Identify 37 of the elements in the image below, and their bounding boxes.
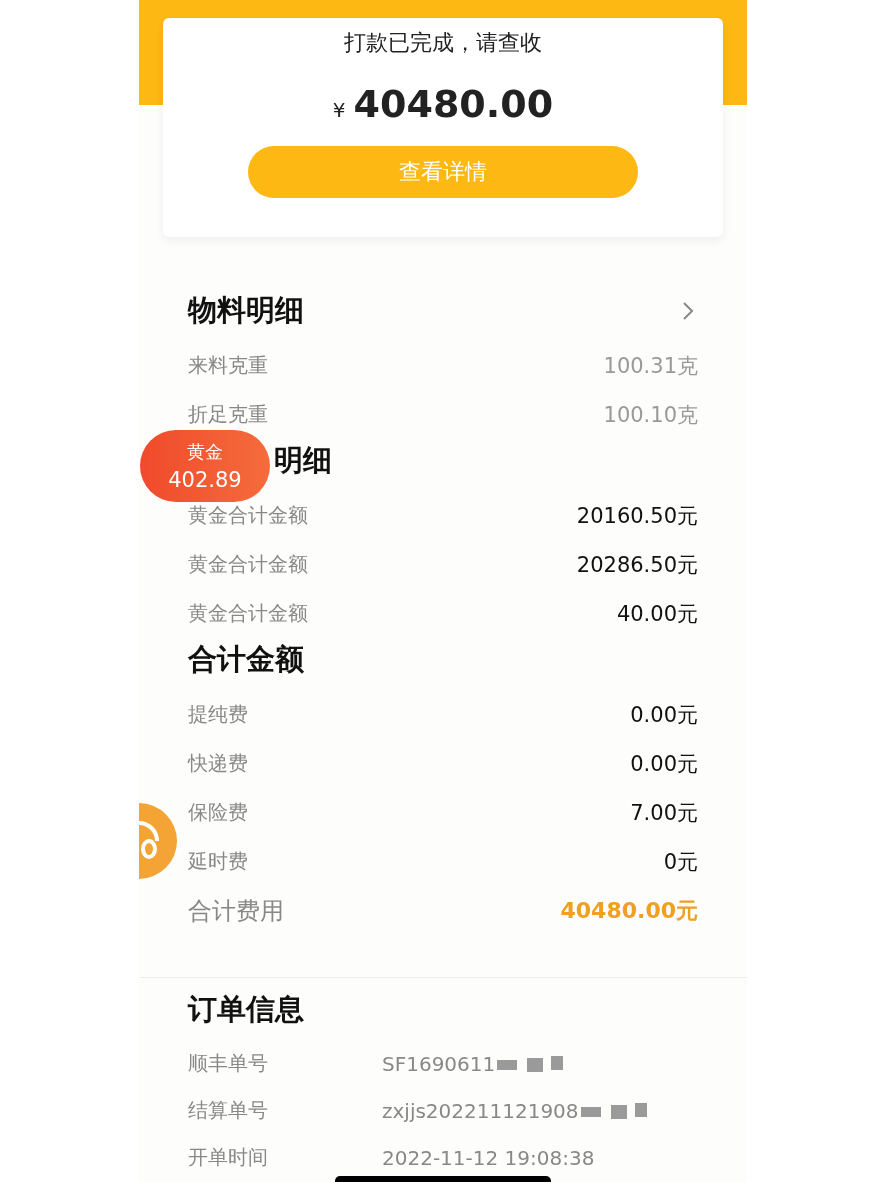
row-value: 20286.50元	[576, 551, 698, 579]
view-details-button[interactable]: 查看详情	[248, 146, 638, 198]
payment-amount: 40480.00	[353, 82, 554, 126]
order-label: 开单时间	[188, 1144, 269, 1171]
row-value: 40.00元	[616, 600, 698, 628]
row-label: 保险费	[188, 799, 248, 826]
row-value: 100.10克	[603, 401, 698, 429]
order-value: zxjjs202211121908	[382, 1098, 579, 1123]
section-title: 物料明细	[188, 292, 304, 329]
price-badge[interactable]: 黄金 402.89	[140, 430, 270, 502]
row-label: 黄金合计金额	[188, 600, 308, 627]
row-label: 黄金合计金额	[188, 502, 308, 529]
order-value: SF1690611	[382, 1051, 496, 1076]
order-value: 2022-11-12 19:08:38	[382, 1145, 595, 1170]
headset-icon[interactable]	[139, 801, 177, 881]
section-title: 合计金额	[188, 641, 304, 678]
row-value: 7.00元	[630, 799, 698, 827]
chevron-right-icon[interactable]	[682, 301, 694, 321]
total-label: 合计费用	[188, 895, 284, 927]
row-label: 黄金合计金额	[188, 551, 308, 578]
row-value: 20160.50元	[576, 502, 698, 530]
currency-symbol: ¥	[332, 98, 346, 122]
total-value: 40480.00元	[560, 896, 698, 925]
row-value: 100.31克	[603, 352, 698, 380]
row-label: 快递费	[188, 750, 248, 777]
order-label: 顺丰单号	[188, 1050, 269, 1077]
row-label: 折足克重	[188, 401, 268, 428]
section-title: 订单信息	[188, 991, 304, 1028]
order-label: 结算单号	[188, 1097, 269, 1124]
row-value: 0元	[663, 848, 698, 876]
section-title: 明细	[274, 442, 332, 479]
row-label: 延时费	[188, 848, 248, 875]
row-label: 来料克重	[188, 352, 268, 379]
row-value: 0.00元	[630, 750, 698, 778]
row-value: 0.00元	[630, 701, 698, 729]
payment-status: 打款已完成，请查收	[344, 29, 542, 57]
row-label: 提纯费	[188, 701, 248, 728]
